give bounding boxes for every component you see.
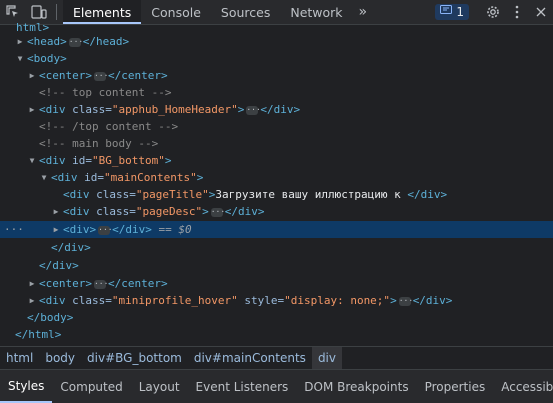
collapse-triangle-icon[interactable]: ▼ [27, 152, 37, 169]
issues-count: 1 [456, 5, 464, 19]
row-actions-icon[interactable]: ··· [4, 221, 24, 238]
collapse-triangle-icon[interactable]: ▼ [15, 50, 25, 67]
dom-node-apphub-header[interactable]: ▶ <div class="apphub_HomeHeader"> ···</di… [0, 101, 553, 118]
ellipsis-icon[interactable]: ··· [93, 279, 108, 289]
message-icon [440, 5, 453, 19]
tab-properties[interactable]: Properties [417, 370, 494, 403]
dom-tree: html> ▶ <head> ···</head> ▼ <body> ▶ <cen… [0, 21, 553, 345]
breadcrumb-main-contents[interactable]: div#mainContents [188, 347, 312, 369]
dom-node-page-desc[interactable]: ▶ <div class="pageDesc"> ···</div> [0, 203, 553, 220]
expand-triangle-icon[interactable]: ▶ [27, 292, 37, 309]
toolbar-separator [56, 4, 57, 20]
ellipsis-icon[interactable]: ··· [398, 296, 413, 306]
expand-triangle-icon[interactable]: ▶ [27, 275, 37, 292]
dom-comment-main-body[interactable]: <!-- main body --> [0, 135, 553, 152]
tab-event-listeners[interactable]: Event Listeners [188, 370, 297, 403]
sidebar-pane-tabs: Styles Computed Layout Event Listeners D… [0, 369, 553, 403]
breadcrumb: html body div#BG_bottom div#mainContents… [0, 346, 553, 369]
dom-comment-top-content-end[interactable]: <!-- /top content --> [0, 118, 553, 135]
dom-node-page-title[interactable]: <div class="pageTitle">Загрузите вашу ил… [0, 186, 553, 203]
dom-node-center[interactable]: ▶ <center> ···</center> [0, 67, 553, 84]
more-tabs-icon[interactable]: » [353, 4, 374, 20]
dom-node-body[interactable]: ▼ <body> [0, 50, 553, 67]
dom-node-selected-div[interactable]: ··· ▶ <div> ···</div> == $0 [0, 221, 553, 238]
dom-node-bg-bottom[interactable]: ▼ <div id="BG_bottom"> [0, 152, 553, 169]
dom-node-main-contents[interactable]: ▼ <div id="mainContents"> [0, 169, 553, 186]
dom-node-head[interactable]: ▶ <head> ···</head> [0, 33, 553, 50]
expand-triangle-icon[interactable]: ▶ [15, 33, 25, 50]
ellipsis-icon[interactable]: ··· [68, 37, 83, 47]
collapse-triangle-icon[interactable]: ▼ [39, 169, 49, 186]
dom-close-bg-bottom[interactable]: </div> [0, 257, 553, 274]
breadcrumb-body[interactable]: body [39, 347, 81, 369]
ellipsis-icon[interactable]: ··· [246, 105, 261, 115]
breadcrumb-div[interactable]: div [311, 347, 342, 369]
tab-dom-breakpoints[interactable]: DOM Breakpoints [296, 370, 416, 403]
tab-styles[interactable]: Styles [0, 370, 53, 403]
tab-layout[interactable]: Layout [131, 370, 188, 403]
breadcrumb-bg-bottom[interactable]: div#BG_bottom [81, 347, 188, 369]
dom-close-main-contents[interactable]: </div> [0, 239, 553, 256]
dom-node-center-2[interactable]: ▶ <center> ···</center> [0, 275, 553, 292]
tab-accessibility[interactable]: Accessibility [493, 370, 553, 403]
dom-node-miniprofile[interactable]: ▶ <div class="miniprofile_hover" style="… [0, 292, 553, 309]
ellipsis-icon[interactable]: ··· [98, 225, 113, 235]
expand-triangle-icon[interactable]: ▶ [27, 101, 37, 118]
ellipsis-icon[interactable]: ··· [93, 71, 108, 81]
dom-comment-top-content[interactable]: <!-- top content --> [0, 84, 553, 101]
expand-triangle-icon[interactable]: ▶ [27, 67, 37, 84]
issues-badge[interactable]: 1 [435, 4, 469, 20]
breadcrumb-html[interactable]: html [0, 347, 39, 369]
dom-close-html[interactable]: </html> [0, 326, 553, 343]
tab-computed[interactable]: Computed [52, 370, 130, 403]
expand-triangle-icon[interactable]: ▶ [51, 221, 61, 238]
dom-close-body[interactable]: </body> [0, 309, 553, 326]
ellipsis-icon[interactable]: ··· [210, 207, 225, 217]
expand-triangle-icon[interactable]: ▶ [51, 203, 61, 220]
